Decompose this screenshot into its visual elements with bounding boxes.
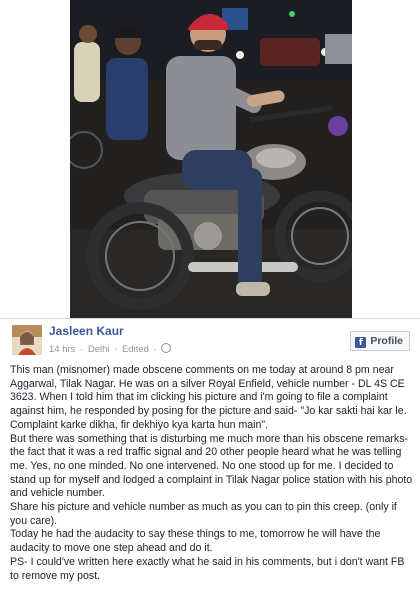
post-paragraph: This man (misnomer) made obscene comment… (10, 364, 407, 431)
post-paragraph: Share his picture and vehicle number as … (10, 501, 397, 527)
meta-separator: · (114, 344, 118, 355)
post-time[interactable]: 14 hrs (49, 344, 75, 355)
post-paragraph: PS- I could've written here exactly what… (10, 555, 405, 582)
post-meta: 14 hrs · Delhi · Edited · (49, 343, 173, 355)
post-body: This man (misnomer) made obscene comment… (10, 364, 414, 583)
avatar[interactable] (12, 325, 42, 355)
author-name[interactable]: Jasleen Kaur (49, 324, 124, 338)
edited-label[interactable]: Edited (122, 344, 149, 355)
globe-icon (161, 343, 172, 353)
post-paragraph: Today he had the audacity to say these t… (10, 528, 381, 555)
profile-picture (12, 325, 42, 355)
post-location[interactable]: Delhi (88, 344, 110, 355)
profile-button[interactable]: f Profile (350, 331, 410, 351)
meta-separator: · (80, 344, 84, 355)
post-header: Jasleen Kaur 14 hrs · Delhi · Edited · f… (0, 318, 420, 361)
post-paragraph: But there was something that is disturbi… (10, 432, 413, 500)
meta-separator: · (153, 344, 157, 355)
facebook-post: Jasleen Kaur 14 hrs · Delhi · Edited · f… (0, 0, 420, 600)
facebook-icon: f (355, 337, 367, 348)
profile-button-label: Profile (370, 335, 403, 347)
motorcycle-rider-photo (70, 0, 352, 318)
post-photo-container (0, 0, 420, 320)
post-photo[interactable] (70, 0, 352, 318)
